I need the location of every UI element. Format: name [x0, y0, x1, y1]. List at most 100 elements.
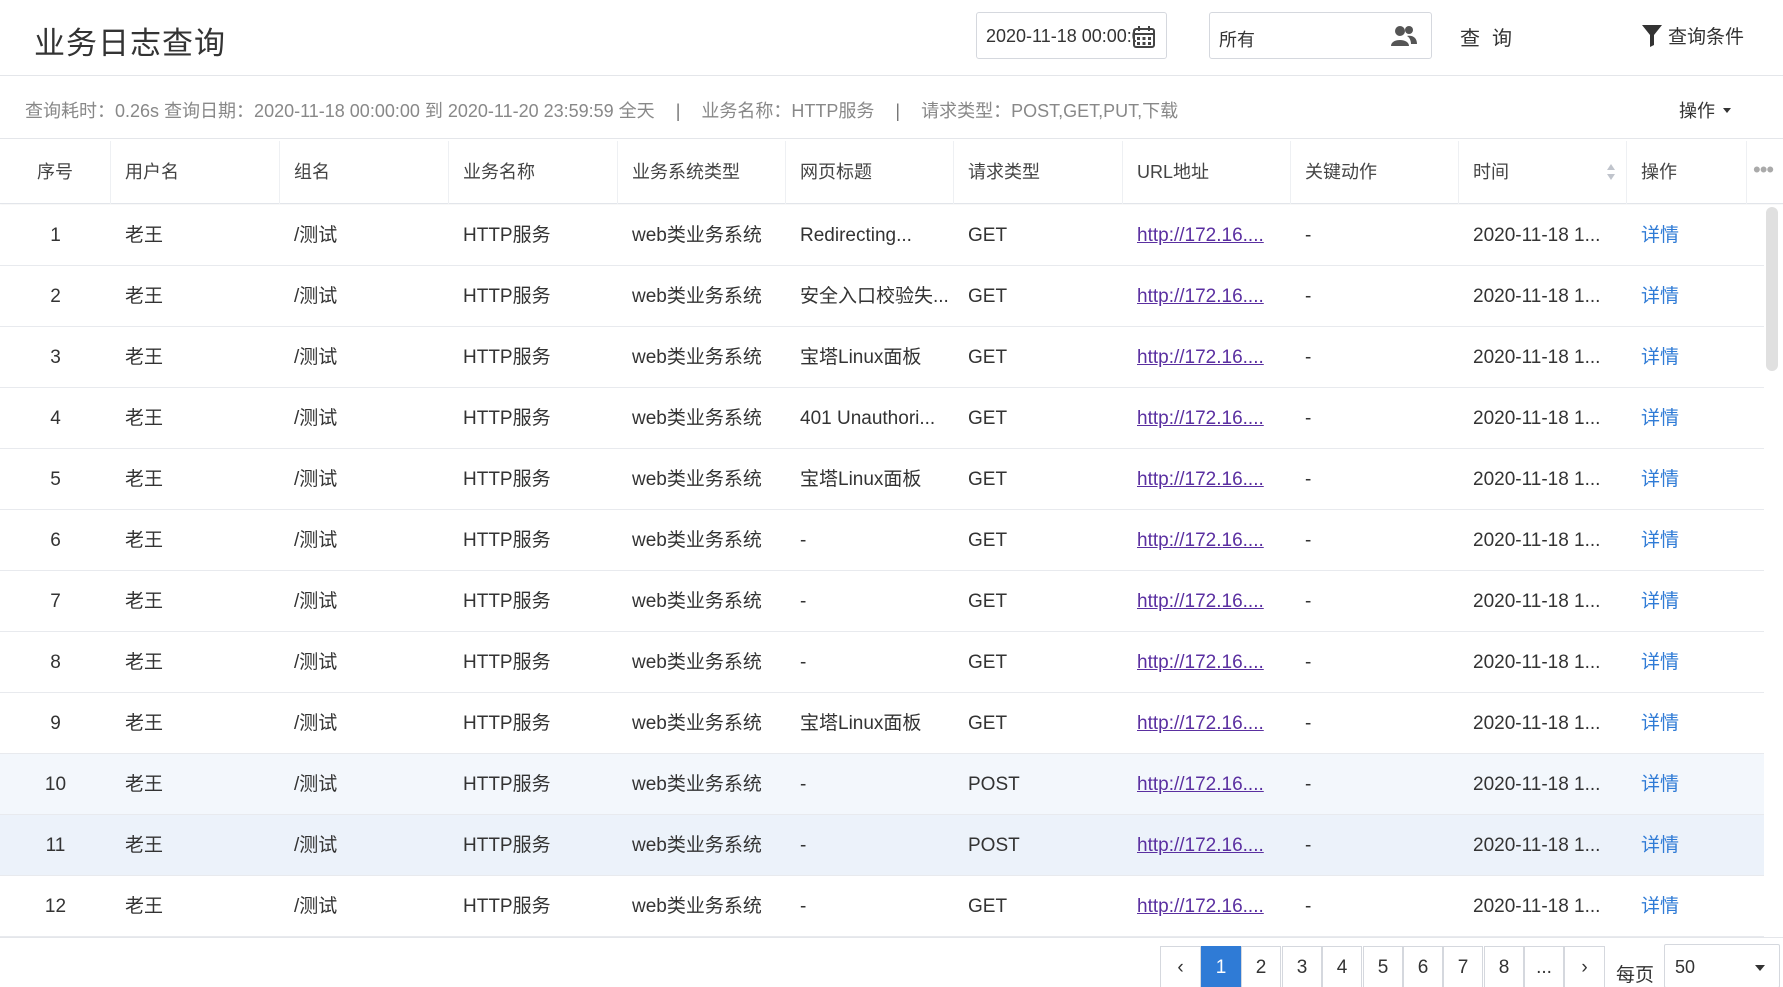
- sort-icon[interactable]: [1606, 163, 1616, 181]
- detail-link[interactable]: 详情: [1641, 286, 1679, 307]
- table-row[interactable]: 2 老王/测试 HTTP服务 web类业务系统 安全入口校验失... GET http://…: [0, 266, 1764, 327]
- table-row[interactable]: 5 老王/测试 HTTP服务 web类业务系统 宝塔Linux面板 GET http://1…: [0, 449, 1764, 510]
- cell-operation: 详情: [1627, 632, 1747, 693]
- detail-link[interactable]: 详情: [1641, 591, 1679, 612]
- detail-link[interactable]: 详情: [1641, 530, 1679, 551]
- cell-operation: 详情: [1627, 754, 1747, 815]
- group-select-input[interactable]: 所有: [1209, 12, 1432, 59]
- table-row[interactable]: 10 老王/测试 HTTP服务 web类业务系统 - POST http://172.16.…: [0, 754, 1764, 815]
- page-number-button[interactable]: 7: [1443, 946, 1483, 987]
- cell-index: 4: [50, 408, 61, 429]
- cell-index: 5: [50, 469, 61, 490]
- per-page-select[interactable]: 50: [1664, 944, 1780, 987]
- url-link[interactable]: http://172.16....: [1137, 347, 1264, 368]
- detail-link[interactable]: 详情: [1641, 469, 1679, 490]
- table-row[interactable]: 11 老王/测试 HTTP服务 web类业务系统 - POST http://172.16.…: [0, 815, 1764, 876]
- column-header-group[interactable]: 组名: [280, 141, 449, 204]
- table-row[interactable]: 8 老王/测试 HTTP服务 web类业务系统 - GET http://172.16...…: [0, 632, 1764, 693]
- table-row[interactable]: 6 老王/测试 HTTP服务 web类业务系统 - GET http://172.16...…: [0, 510, 1764, 571]
- cell-time: 2020-11-18 1...: [1473, 469, 1601, 490]
- query-date-range: 查询日期：2020-11-18 00:00:00 到 2020-11-20 23…: [164, 101, 655, 121]
- cell-index: 1: [50, 225, 61, 246]
- cell-time: 2020-11-18 1...: [1473, 286, 1601, 307]
- column-header-key-action[interactable]: 关键动作: [1291, 141, 1459, 204]
- url-link[interactable]: http://172.16....: [1137, 469, 1264, 490]
- page-number-button[interactable]: 5: [1363, 946, 1403, 987]
- detail-link[interactable]: 详情: [1641, 835, 1679, 856]
- url-link[interactable]: http://172.16....: [1137, 896, 1264, 917]
- page-number-button[interactable]: 2: [1241, 946, 1281, 987]
- cell-system-type: web类业务系统: [632, 652, 762, 673]
- cell-index: 7: [50, 591, 61, 612]
- query-button[interactable]: 查询: [1460, 22, 1524, 51]
- detail-link[interactable]: 详情: [1641, 408, 1679, 429]
- cell-request-type: GET: [968, 347, 1008, 368]
- cell-url: http://172.16....: [1123, 266, 1291, 327]
- detail-link[interactable]: 详情: [1641, 713, 1679, 734]
- page-number-button[interactable]: 6: [1403, 946, 1443, 987]
- page-number-button[interactable]: 3: [1282, 946, 1322, 987]
- column-header-system-type[interactable]: 业务系统类型: [618, 141, 786, 204]
- detail-link[interactable]: 详情: [1641, 225, 1679, 246]
- column-settings-icon[interactable]: •••: [1753, 157, 1774, 183]
- page-number-button[interactable]: 1: [1201, 946, 1241, 987]
- table-row[interactable]: 4 老王/测试 HTTP服务 web类业务系统 401 Unauthori... GET h…: [0, 388, 1764, 449]
- next-page-button[interactable]: ›: [1564, 946, 1605, 987]
- table-row[interactable]: 3 老王/测试 HTTP服务 web类业务系统 宝塔Linux面板 GET http://1…: [0, 327, 1764, 388]
- column-header-url[interactable]: URL地址: [1123, 141, 1291, 204]
- url-link[interactable]: http://172.16....: [1137, 774, 1264, 795]
- cell-system-type: web类业务系统: [632, 713, 762, 734]
- calendar-icon[interactable]: [1132, 25, 1156, 49]
- url-link[interactable]: http://172.16....: [1137, 591, 1264, 612]
- cell-time: 2020-11-18 1...: [1473, 713, 1601, 734]
- detail-link[interactable]: 详情: [1641, 347, 1679, 368]
- url-link[interactable]: http://172.16....: [1137, 652, 1264, 673]
- cell-operation: 详情: [1627, 266, 1747, 327]
- caret-down-icon: [1755, 965, 1765, 971]
- query-conditions-button[interactable]: 查询条件: [1642, 22, 1744, 49]
- detail-link[interactable]: 详情: [1641, 774, 1679, 795]
- cell-group: /测试: [294, 530, 338, 551]
- cell-username: 老王: [125, 591, 164, 612]
- cell-operation: 详情: [1627, 571, 1747, 632]
- cell-group: /测试: [294, 347, 338, 368]
- cell-index: 12: [44, 896, 67, 917]
- url-link[interactable]: http://172.16....: [1137, 713, 1264, 734]
- page-number-button[interactable]: 8: [1484, 946, 1524, 987]
- cell-time: 2020-11-18 1...: [1473, 530, 1601, 551]
- url-link[interactable]: http://172.16....: [1137, 835, 1264, 856]
- cell-url: http://172.16....: [1123, 754, 1291, 815]
- prev-page-button[interactable]: ‹: [1160, 946, 1201, 987]
- date-picker-input[interactable]: 2020-11-18 00:00:00: [976, 12, 1167, 59]
- column-header-business[interactable]: 业务名称: [449, 141, 618, 204]
- column-header-operation: 操作: [1627, 141, 1747, 204]
- url-link[interactable]: http://172.16....: [1137, 225, 1264, 246]
- cell-system-type: web类业务系统: [632, 896, 762, 917]
- column-header-request-type[interactable]: 请求类型: [954, 141, 1123, 204]
- url-link[interactable]: http://172.16....: [1137, 408, 1264, 429]
- url-link[interactable]: http://172.16....: [1137, 286, 1264, 307]
- detail-link[interactable]: 详情: [1641, 652, 1679, 673]
- cell-time: 2020-11-18 1...: [1473, 591, 1601, 612]
- cell-group: /测试: [294, 286, 338, 307]
- scrollbar-thumb[interactable]: [1766, 207, 1778, 371]
- cell-request-type: POST: [968, 774, 1020, 795]
- table-row[interactable]: 12 老王/测试 HTTP服务 web类业务系统 - GET http://172.16..…: [0, 876, 1764, 937]
- column-header-username[interactable]: 用户名: [111, 141, 280, 204]
- users-icon[interactable]: [1391, 25, 1417, 47]
- table-row[interactable]: 1 老王/测试 HTTP服务 web类业务系统 Redirecting... GET htt…: [0, 205, 1764, 266]
- column-header-time[interactable]: 时间: [1459, 141, 1627, 204]
- url-link[interactable]: http://172.16....: [1137, 530, 1264, 551]
- cell-page-title: 宝塔Linux面板: [800, 347, 922, 368]
- query-duration: 查询耗时：0.26s: [25, 101, 160, 121]
- detail-link[interactable]: 详情: [1641, 896, 1679, 917]
- operations-dropdown[interactable]: 操作: [1679, 97, 1731, 123]
- table-row[interactable]: 9 老王/测试 HTTP服务 web类业务系统 宝塔Linux面板 GET http://1…: [0, 693, 1764, 754]
- table-row[interactable]: 7 老王/测试 HTTP服务 web类业务系统 - GET http://172.16...…: [0, 571, 1764, 632]
- page-number-button[interactable]: 4: [1322, 946, 1362, 987]
- cell-group: /测试: [294, 713, 338, 734]
- table-body: 1 老王/测试 HTTP服务 web类业务系统 Redirecting... GET htt…: [0, 205, 1764, 937]
- column-header-index[interactable]: 序号: [0, 141, 111, 204]
- column-header-page-title[interactable]: 网页标题: [786, 141, 954, 204]
- cell-operation: 详情: [1627, 510, 1747, 571]
